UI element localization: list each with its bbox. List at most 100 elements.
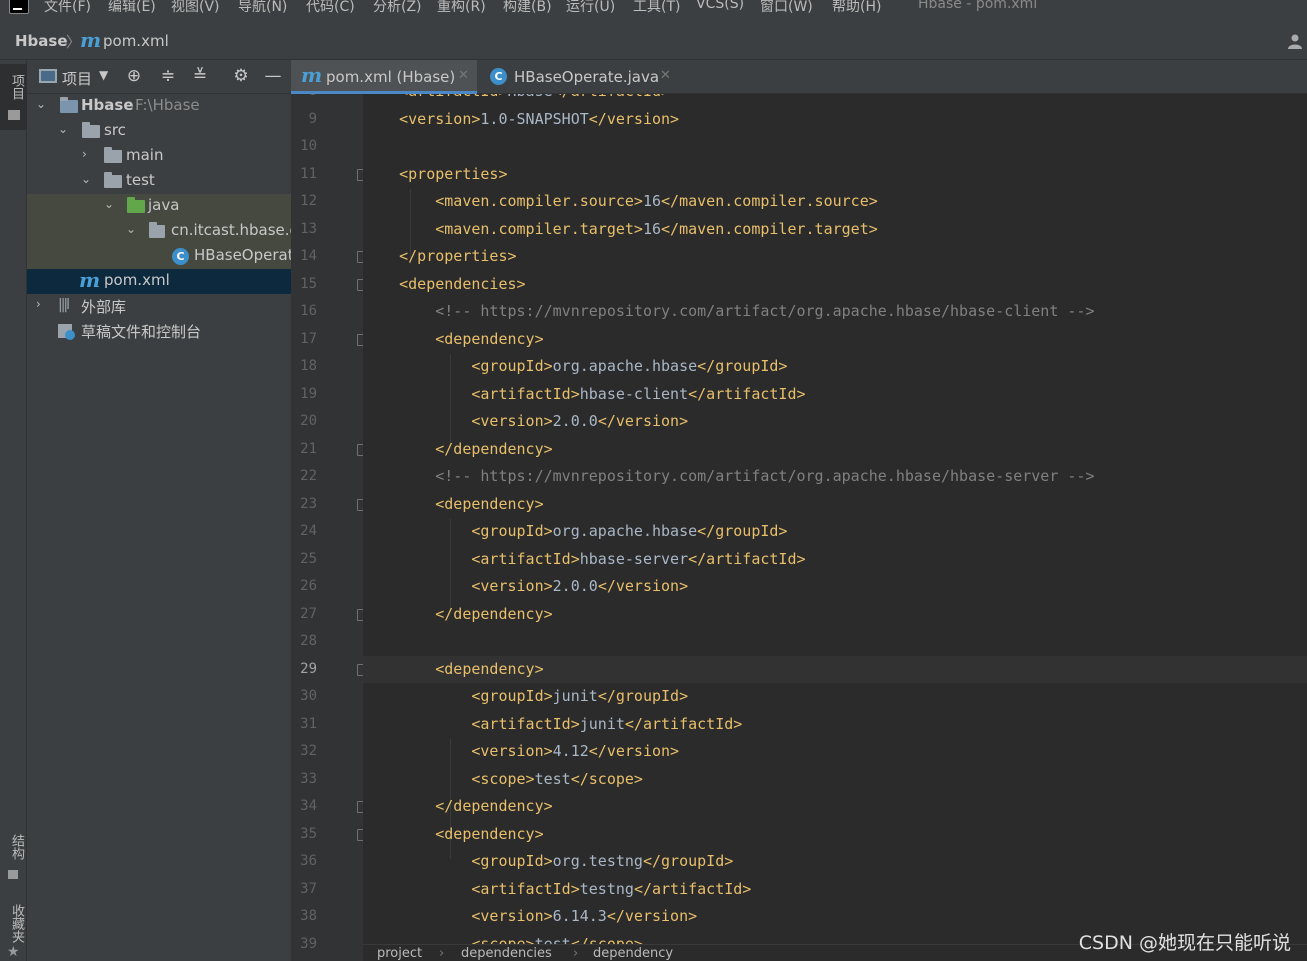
code-line[interactable]: <version>2.0.0</version> <box>363 573 688 601</box>
code-line[interactable]: <scope>test</scope> <box>363 931 643 945</box>
code-line[interactable]: <dependencies> <box>363 271 525 299</box>
code-line[interactable]: <maven.compiler.target>16</maven.compile… <box>363 216 878 244</box>
chevron-down-icon[interactable]: ⌄ <box>126 222 136 236</box>
chevron-right-icon[interactable]: › <box>82 147 87 161</box>
code-line[interactable]: </dependency> <box>363 436 552 464</box>
favorites-tool-tab[interactable]: 收藏夹 ★ <box>0 900 27 961</box>
code-line[interactable]: </properties> <box>363 243 516 271</box>
tree-item-label: main <box>126 146 164 164</box>
tree-item-hbaseoperate[interactable]: C HBaseOperat <box>27 244 291 269</box>
code-line[interactable]: <version>4.12</version> <box>363 738 679 766</box>
maven-icon: m <box>80 28 102 52</box>
chevron-down-icon[interactable]: ⌄ <box>104 197 114 211</box>
menu-navigate[interactable]: 导航(N) <box>238 0 287 16</box>
code-line[interactable]: </dependency> <box>363 601 552 629</box>
chevron-right-icon[interactable]: › <box>36 297 41 311</box>
code-line[interactable]: <artifactId>testng</artifactId> <box>363 876 751 904</box>
minimize-icon[interactable]: — <box>263 66 283 86</box>
code-line[interactable]: <version>1.0-SNAPSHOT</version> <box>363 106 679 134</box>
breadcrumb-project-tag[interactable]: project <box>377 946 422 961</box>
menu-tools[interactable]: 工具(T) <box>633 0 680 16</box>
code-line[interactable]: <artifactId>junit</artifactId> <box>363 711 742 739</box>
breadcrumb-project[interactable]: Hbase <box>15 32 68 50</box>
breadcrumb-dependency-tag[interactable]: dependency <box>593 946 673 961</box>
code-line[interactable]: <groupId>junit</groupId> <box>363 683 688 711</box>
code-line[interactable]: <scope>test</scope> <box>363 766 643 794</box>
locate-icon[interactable]: ⊕ <box>124 66 144 86</box>
menu-edit[interactable]: 编辑(E) <box>108 0 156 16</box>
collapse-all-icon[interactable]: ≚ <box>190 66 210 86</box>
xml-text <box>363 192 435 210</box>
menu-code[interactable]: 代码(C) <box>306 0 355 16</box>
xml-text: 16 <box>642 219 662 238</box>
code-line[interactable]: <groupId>org.testng</groupId> <box>363 848 733 876</box>
code-line[interactable]: <!-- https://mvnrepository.com/artifact/… <box>363 298 1094 326</box>
xml-tag: </version> <box>588 109 680 128</box>
tree-item-main[interactable]: › main <box>27 144 291 169</box>
code-line[interactable]: <!-- https://mvnrepository.com/artifact/… <box>363 463 1094 491</box>
line-number: 16 <box>300 303 317 319</box>
breadcrumb-file[interactable]: pom.xml <box>103 32 169 50</box>
tree-item-external-libraries[interactable]: › |||l 外部库 <box>27 294 291 319</box>
code-line[interactable]: <dependency> <box>363 491 543 519</box>
menu-file[interactable]: 文件(F) <box>44 0 91 16</box>
menu-run[interactable]: 运行(U) <box>566 0 615 16</box>
tree-item-pom[interactable]: m pom.xml <box>27 268 291 294</box>
folder-icon <box>104 172 122 188</box>
project-tool-tab[interactable]: 项目 <box>0 64 27 130</box>
code-line[interactable]: <properties> <box>363 161 507 189</box>
code-line[interactable]: <dependency> <box>363 326 544 354</box>
chevron-down-icon[interactable]: ⌄ <box>36 97 46 111</box>
code-line[interactable]: <groupId>org.apache.hbase</groupId> <box>363 353 787 381</box>
chevron-right-icon: › <box>439 946 445 961</box>
xml-text <box>363 660 435 678</box>
caret-down-icon[interactable]: ▼ <box>99 68 108 82</box>
code-line[interactable]: <dependency> <box>363 655 1307 683</box>
code-line[interactable]: <artifactId>hbase-server</artifactId> <box>363 546 805 574</box>
project-view-selector[interactable]: 项目 <box>62 68 92 89</box>
expand-all-icon[interactable]: ≑ <box>158 66 178 86</box>
code-area[interactable]: <artifactId>Hbase</artifactId> <version>… <box>363 94 1307 944</box>
tab-pom-xml[interactable]: m pom.xml (Hbase) ✕ <box>291 60 477 94</box>
menu-view[interactable]: 视图(V) <box>171 0 220 16</box>
code-line[interactable]: <version>6.14.3</version> <box>363 903 697 931</box>
code-line[interactable]: </dependency> <box>363 793 552 821</box>
gear-icon[interactable]: ⚙ <box>231 66 251 86</box>
tree-item-scratches[interactable]: 草稿文件和控制台 <box>27 319 291 344</box>
code-line[interactable]: <maven.compiler.source>16</maven.compile… <box>363 188 878 216</box>
menu-vcs[interactable]: VCS(S) <box>696 0 744 12</box>
code-line[interactable]: <dependency> <box>363 821 543 849</box>
line-number: 31 <box>300 715 317 732</box>
menu-window[interactable]: 窗口(W) <box>760 0 813 16</box>
menu-refactor[interactable]: 重构(R) <box>437 0 486 16</box>
xml-tag: </artifactId> <box>553 94 670 100</box>
xml-tag: <dependency> <box>435 329 544 348</box>
tree-item-test[interactable]: ⌄ test <box>27 169 291 194</box>
breadcrumb-dependencies-tag[interactable]: dependencies <box>461 946 552 961</box>
tree-item-java[interactable]: ⌄ java <box>27 194 291 219</box>
tree-item-package[interactable]: ⌄ cn.itcast.hbase.d <box>27 219 291 244</box>
code-line[interactable]: <artifactId>hbase-client</artifactId> <box>363 381 805 409</box>
xml-tag: <groupId> <box>471 687 553 705</box>
chevron-down-icon[interactable]: ⌄ <box>58 122 68 136</box>
code-line[interactable]: <version>2.0.0</version> <box>363 408 688 436</box>
line-number: 26 <box>300 578 317 594</box>
code-line[interactable]: <groupId>org.apache.hbase</groupId> <box>363 518 787 546</box>
code-line[interactable]: <artifactId>Hbase</artifactId> <box>363 94 670 106</box>
menu-build[interactable]: 构建(B) <box>503 0 552 16</box>
line-number: 33 <box>300 770 317 787</box>
maven-icon: m <box>79 268 101 292</box>
menu-help[interactable]: 帮助(H) <box>832 0 881 16</box>
close-icon[interactable]: ✕ <box>660 68 671 83</box>
tab-hbaseoperate-java[interactable]: C HBaseOperate.java ✕ <box>480 60 680 94</box>
favorites-tool-label: 收藏夹 <box>9 904 24 943</box>
user-icon[interactable] <box>1287 33 1303 49</box>
close-icon[interactable]: ✕ <box>458 68 469 83</box>
tree-item-src[interactable]: ⌄ src <box>27 119 291 144</box>
chevron-down-icon[interactable]: ⌄ <box>81 172 91 186</box>
line-number: 17 <box>300 330 317 347</box>
project-tool-label: 项目 <box>9 74 24 100</box>
structure-tool-tab[interactable]: 结构 <box>0 830 27 890</box>
menu-analyze[interactable]: 分析(Z) <box>373 0 422 16</box>
tree-item-hbase[interactable]: ⌄ Hbase F:\Hbase <box>27 94 291 119</box>
